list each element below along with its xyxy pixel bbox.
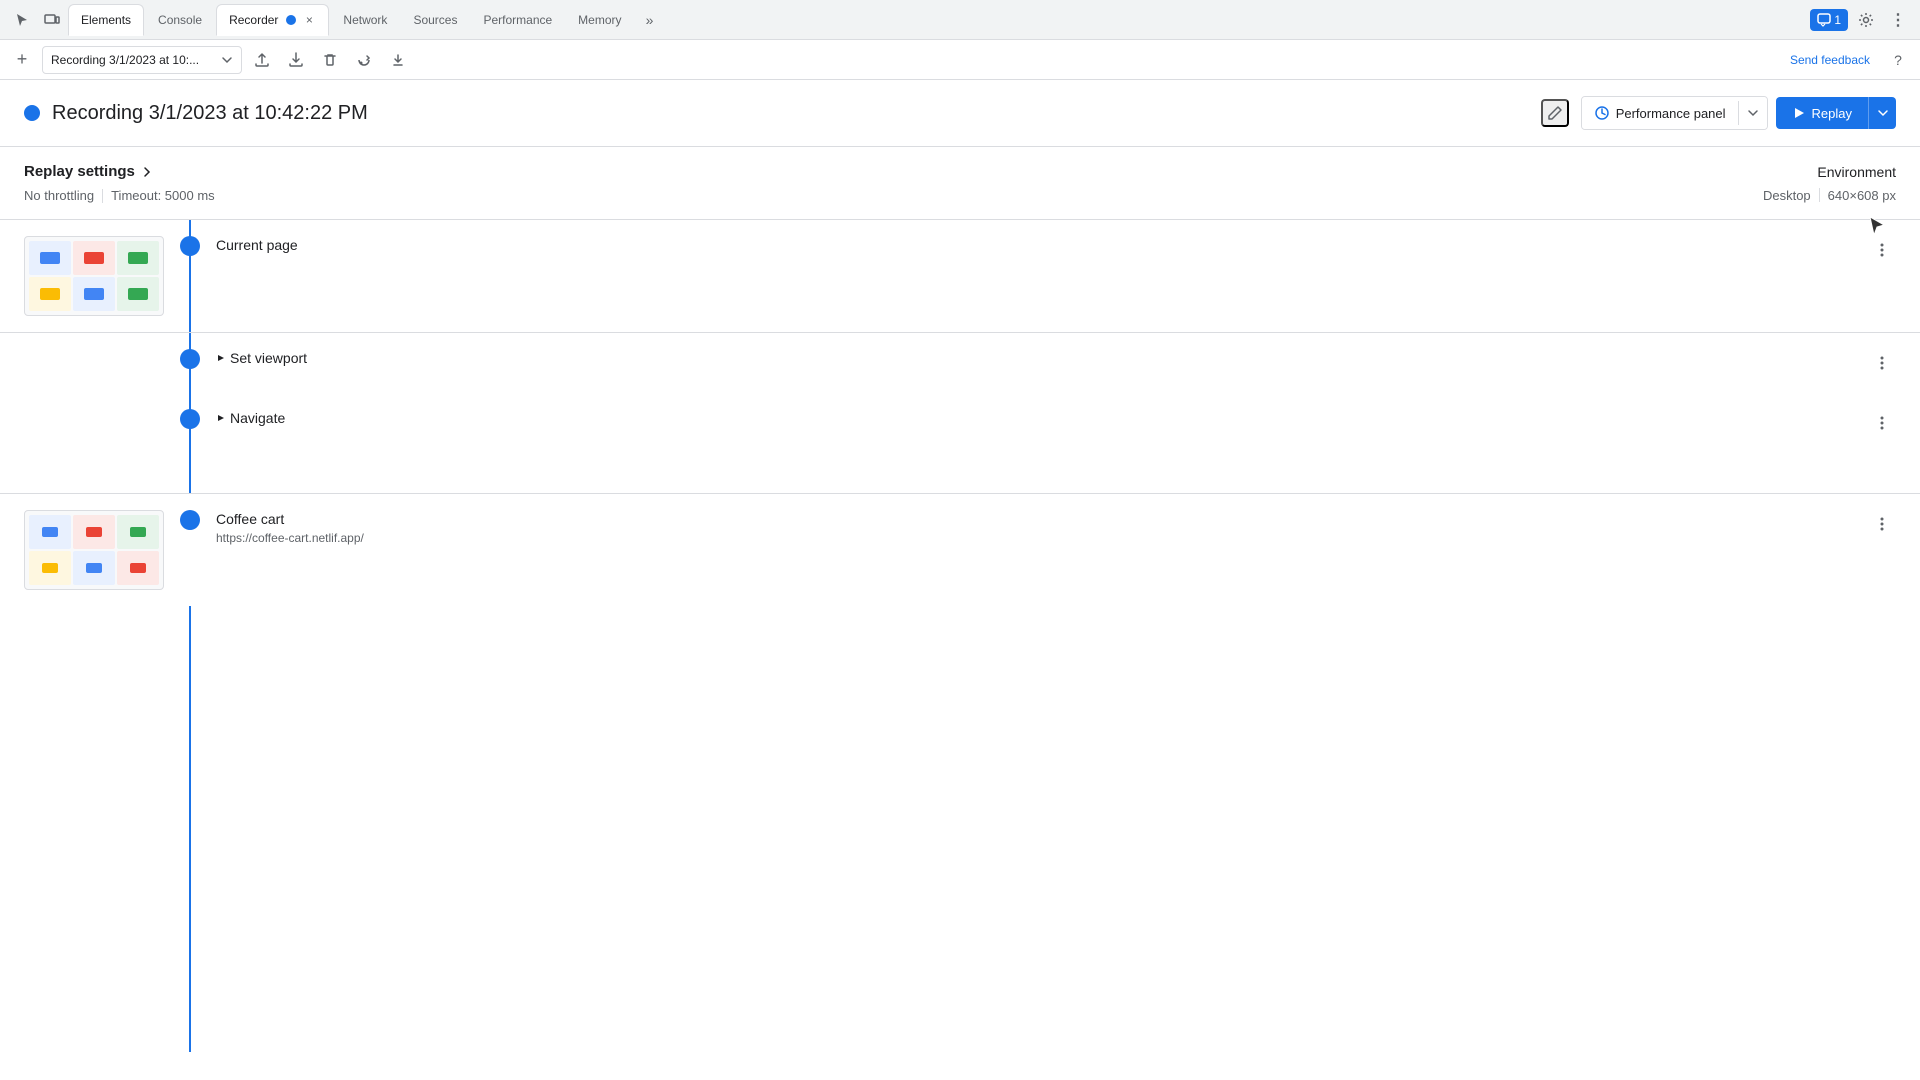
step-more-viewport[interactable] [1868,349,1896,377]
play-icon [1792,106,1806,120]
device-mode-btn[interactable] [38,6,66,34]
upload-icon [254,52,270,68]
toolbar: + Recording 3/1/2023 at 10:... [0,40,1920,80]
settings-title[interactable]: Replay settings [24,163,215,180]
recording-header: Recording 3/1/2023 at 10:42:22 PM Perfor… [0,80,1920,147]
three-dots-icon [1874,242,1890,258]
settings-divider [102,189,103,203]
replay-dropdown-btn[interactable] [1868,97,1896,129]
step-dot-viewport [180,349,200,369]
send-feedback-link[interactable]: Send feedback [1782,49,1878,71]
recording-selector[interactable]: Recording 3/1/2023 at 10:... [42,46,242,74]
step-into-btn[interactable] [384,46,412,74]
step-content-viewport: Set viewport [216,349,1852,366]
export-btn[interactable] [248,46,276,74]
settings-header: Replay settings No throttling Timeout: 5… [24,163,1896,203]
step-expand-navigate[interactable]: Navigate [216,410,1852,426]
gear-icon [1858,12,1874,28]
settings-details: No throttling Timeout: 5000 ms [24,188,215,203]
settings-btn[interactable] [1852,6,1880,34]
delete-btn[interactable] [316,46,344,74]
three-dots-coffee-icon [1874,516,1890,532]
mouse-cursor-icon [1866,215,1888,237]
tab-memory[interactable]: Memory [566,4,633,36]
expand-icon-navigate [216,413,226,423]
step-set-viewport: Set viewport [0,333,1920,393]
coffee-cart-section: Coffee cart https://coffee-cart.netlif.a… [0,493,1920,606]
step-group-spacer [0,453,1920,493]
close-recorder-tab[interactable]: × [302,13,316,27]
settings-expand-icon [141,166,153,178]
step-content-navigate: Navigate [216,409,1852,426]
step-more-navigate[interactable] [1868,409,1896,437]
cursor-icon [14,12,30,28]
step-navigate: Navigate [0,393,1920,453]
tab-console[interactable]: Console [146,4,214,36]
tab-sources[interactable]: Sources [401,4,469,36]
edit-title-btn[interactable] [1541,99,1569,127]
cursor-position [1866,215,1888,243]
delete-icon [322,52,338,68]
recording-status-dot [24,105,40,121]
step-over-btn[interactable] [350,46,378,74]
pencil-icon [1547,105,1563,121]
tab-bar-right: 1 ⋮ [1810,6,1912,34]
three-dots-viewport-icon [1874,355,1890,371]
recording-dot-icon [285,14,297,26]
expand-icon-viewport [216,353,226,363]
environment-section: Environment Desktop 640×608 px [1763,164,1896,203]
more-options-btn[interactable]: ⋮ [1884,6,1912,34]
step-dot-current-page [180,236,200,256]
step-content-current-page: Current page [216,236,1852,253]
performance-panel-btn[interactable]: Performance panel [1582,97,1738,129]
tab-network[interactable]: Network [331,4,399,36]
three-dots-navigate-icon [1874,415,1890,431]
step-over-icon [356,52,372,68]
comment-icon [1817,13,1831,27]
step-more-coffee[interactable] [1868,510,1896,538]
tab-bar: Elements Console Recorder × Network Sour… [0,0,1920,40]
coffee-dot-container [180,510,200,530]
main-content: Current page Set viewport [0,220,1920,1052]
add-recording-btn[interactable]: + [8,46,36,74]
step-dot-container [180,236,200,256]
notification-badge[interactable]: 1 [1810,9,1848,31]
download-icon [288,52,304,68]
step-current-page: Current page [0,220,1920,333]
tab-performance[interactable]: Performance [471,4,564,36]
recording-title: Recording 3/1/2023 at 10:42:22 PM [52,102,1529,125]
tab-recorder[interactable]: Recorder × [216,4,329,36]
performance-panel-dropdown-btn[interactable] [1739,97,1767,129]
tab-elements[interactable]: Elements [68,4,144,36]
cursor-icon-btn[interactable] [8,6,36,34]
replay-btn-group: Replay [1776,97,1896,129]
header-right: Performance panel Replay [1581,96,1896,130]
performance-panel-icon [1594,105,1610,121]
more-tabs-btn[interactable]: » [636,6,664,34]
coffee-cart-thumbnail [24,510,164,590]
env-divider [1819,188,1820,202]
settings-title-group: Replay settings No throttling Timeout: 5… [24,163,215,203]
performance-chevron-icon [1747,107,1759,119]
step-expand-viewport[interactable]: Set viewport [216,350,1852,366]
device-mode-icon [44,12,60,28]
help-btn[interactable]: ? [1884,46,1912,74]
coffee-cart-content: Coffee cart https://coffee-cart.netlif.a… [216,510,1852,545]
tab-bar-left: Elements Console Recorder × Network Sour… [8,4,1808,36]
step-dot-navigate [180,409,200,429]
step-dot-coffee [180,510,200,530]
import-btn[interactable] [282,46,310,74]
dropdown-chevron-icon [221,54,233,66]
replay-btn[interactable]: Replay [1776,97,1868,129]
replay-chevron-icon [1877,107,1889,119]
step-thumbnail-current-page [24,236,164,316]
step-dot-container-viewport [180,349,200,369]
performance-panel-group: Performance panel [1581,96,1768,130]
step-dot-container-navigate [180,409,200,429]
replay-settings-section: Replay settings No throttling Timeout: 5… [0,147,1920,220]
env-details: Desktop 640×608 px [1763,188,1896,203]
coffee-cart-url: https://coffee-cart.netlif.app/ [216,531,1852,545]
step-into-icon [390,52,406,68]
